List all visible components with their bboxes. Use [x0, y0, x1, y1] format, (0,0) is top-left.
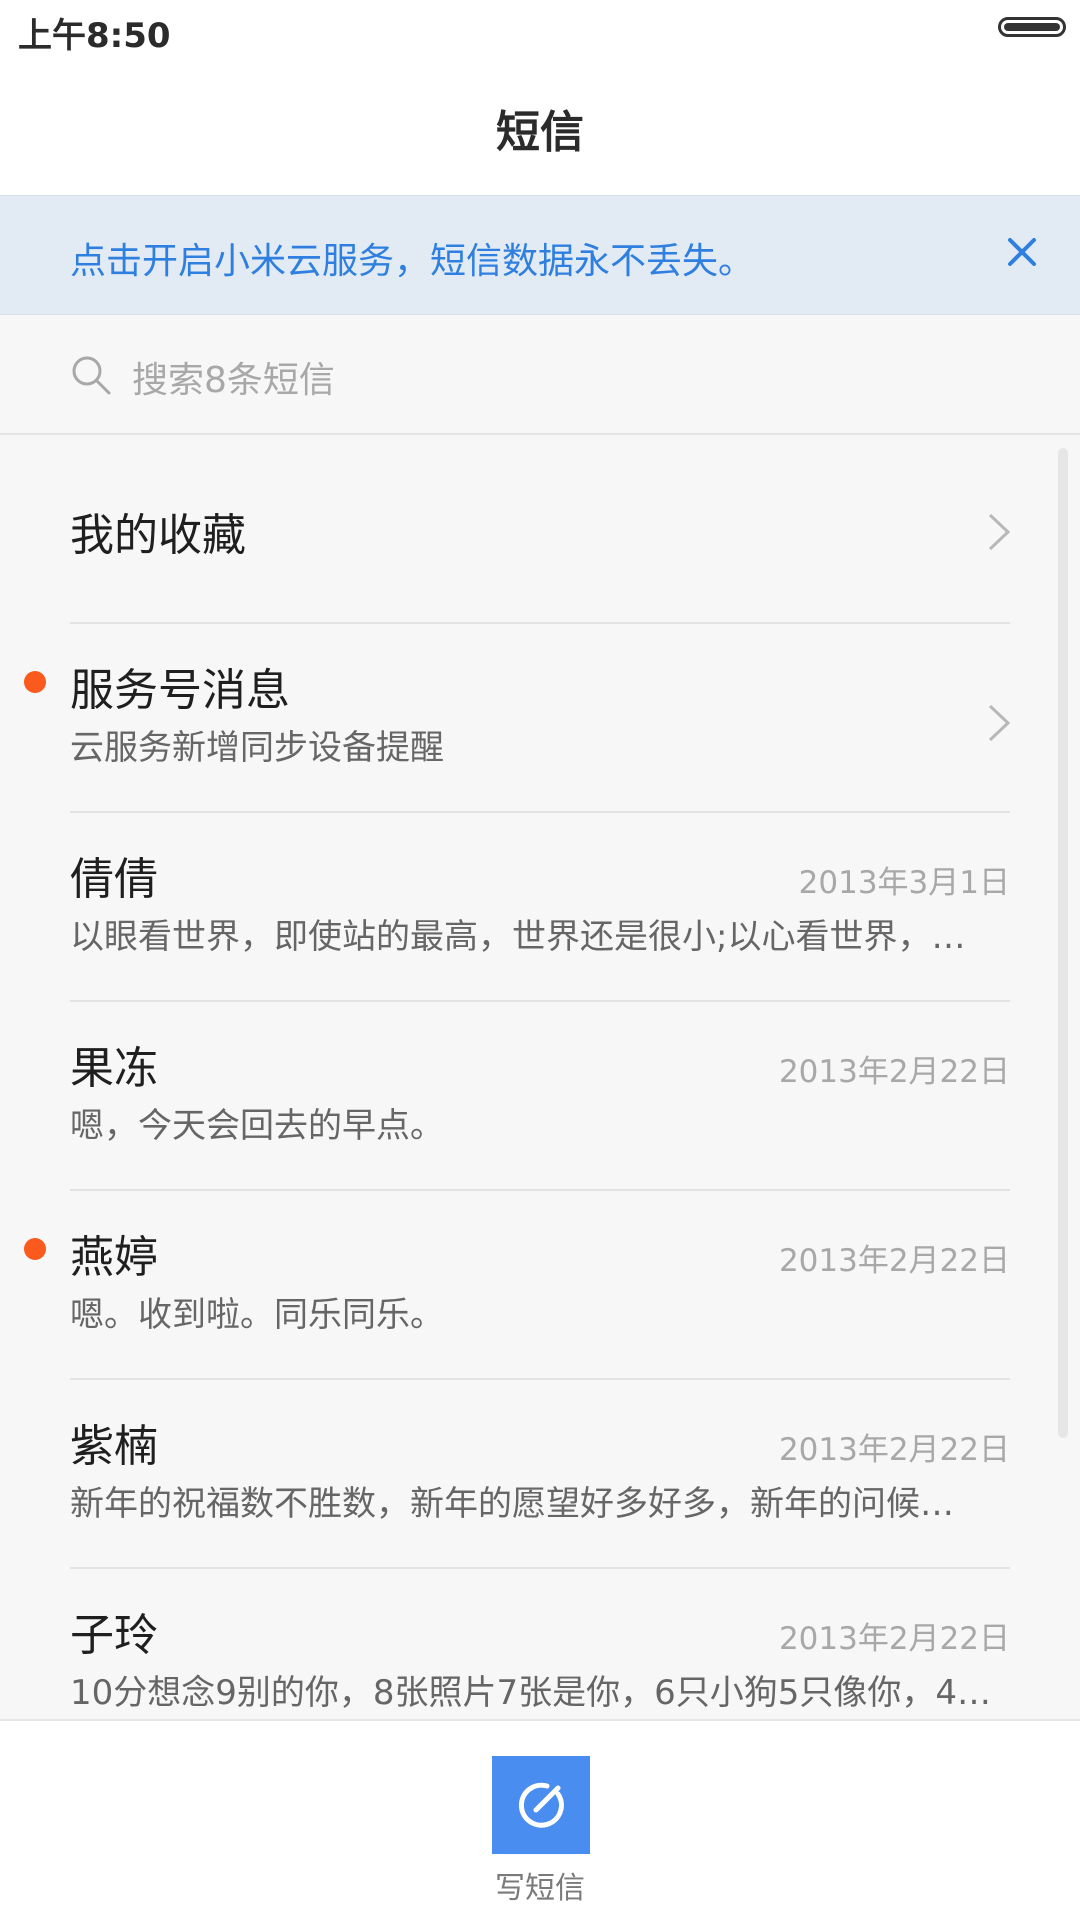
- conversation-preview: 10分想念9别的你，8张照片7张是你，6只小狗5只像你，4…: [70, 1673, 992, 1713]
- status-bar: 上午8:50: [0, 0, 1080, 60]
- conversation-date: 2013年2月22日: [778, 1432, 1010, 1468]
- conversation-name: 服务号消息: [70, 665, 290, 716]
- conversation-preview: 云服务新增同步设备提醒: [70, 728, 444, 768]
- service-messages-row[interactable]: 服务号消息 云服务新增同步设备提醒: [0, 624, 1080, 813]
- conversation-date: 2013年2月22日: [778, 1243, 1010, 1279]
- search-bar[interactable]: 搜索8条短信: [0, 315, 1080, 435]
- favorites-label: 我的收藏: [70, 510, 246, 561]
- conversation-date: 2013年3月1日: [798, 865, 1010, 901]
- conversation-preview: 嗯，今天会回去的早点。: [70, 1106, 444, 1146]
- messages-screen: 上午8:50 短信 点击开启小米云服务，短信数据永不丢失。 搜索8条短信 我的收…: [0, 0, 1080, 1920]
- conversation-name: 燕婷: [70, 1232, 158, 1283]
- conversation-row[interactable]: 果冻 2013年2月22日 嗯，今天会回去的早点。: [0, 1002, 1080, 1191]
- conversation-list[interactable]: 我的收藏 服务号消息 云服务新增同步设备提醒 倩倩 2013年3月1日 以眼看世…: [0, 435, 1080, 1719]
- conversation-date: 2013年2月22日: [778, 1054, 1010, 1090]
- conversation-name: 倩倩: [70, 854, 158, 905]
- close-icon[interactable]: [994, 224, 1050, 280]
- conversation-preview: 嗯。收到啦。同乐同乐。: [70, 1295, 444, 1335]
- page-title: 短信: [496, 107, 584, 158]
- unread-dot: [24, 671, 46, 693]
- search-input[interactable]: 搜索8条短信: [132, 351, 335, 403]
- conversation-name: 果冻: [70, 1043, 158, 1094]
- conversation-name: 紫楠: [70, 1421, 158, 1472]
- battery-icon: [998, 17, 1066, 37]
- compose-button[interactable]: [492, 1756, 590, 1854]
- conversation-preview: 以眼看世界，即使站的最高，世界还是很小;以心看世界，…: [70, 917, 966, 957]
- chevron-right-icon: [988, 704, 1011, 742]
- conversation-name: 子玲: [70, 1610, 158, 1661]
- compose-label[interactable]: 写短信: [0, 1863, 1080, 1907]
- scrollbar[interactable]: [1058, 448, 1068, 1438]
- app-header: 短信: [0, 60, 1080, 195]
- banner-text[interactable]: 点击开启小米云服务，短信数据永不丢失。: [70, 232, 754, 284]
- unread-dot: [24, 1238, 46, 1260]
- conversation-date: 2013年2月22日: [778, 1621, 1010, 1657]
- compose-icon: [518, 1782, 564, 1828]
- conversation-row[interactable]: 倩倩 2013年3月1日 以眼看世界，即使站的最高，世界还是很小;以心看世界，…: [0, 813, 1080, 1002]
- bottom-bar: 写短信: [0, 1719, 1080, 1920]
- favorites-row[interactable]: 我的收藏: [0, 435, 1080, 624]
- conversation-preview: 新年的祝福数不胜数，新年的愿望好多好多，新年的问候…: [70, 1484, 954, 1524]
- status-time: 上午8:50: [18, 16, 171, 56]
- chevron-right-icon: [988, 513, 1011, 551]
- conversation-row[interactable]: 子玲 2013年2月22日 10分想念9别的你，8张照片7张是你，6只小狗5只像…: [0, 1569, 1080, 1719]
- conversation-row[interactable]: 紫楠 2013年2月22日 新年的祝福数不胜数，新年的愿望好多好多，新年的问候…: [0, 1380, 1080, 1569]
- search-icon: [72, 356, 111, 395]
- cloud-service-banner[interactable]: 点击开启小米云服务，短信数据永不丢失。: [0, 195, 1080, 315]
- conversation-row[interactable]: 燕婷 2013年2月22日 嗯。收到啦。同乐同乐。: [0, 1191, 1080, 1380]
